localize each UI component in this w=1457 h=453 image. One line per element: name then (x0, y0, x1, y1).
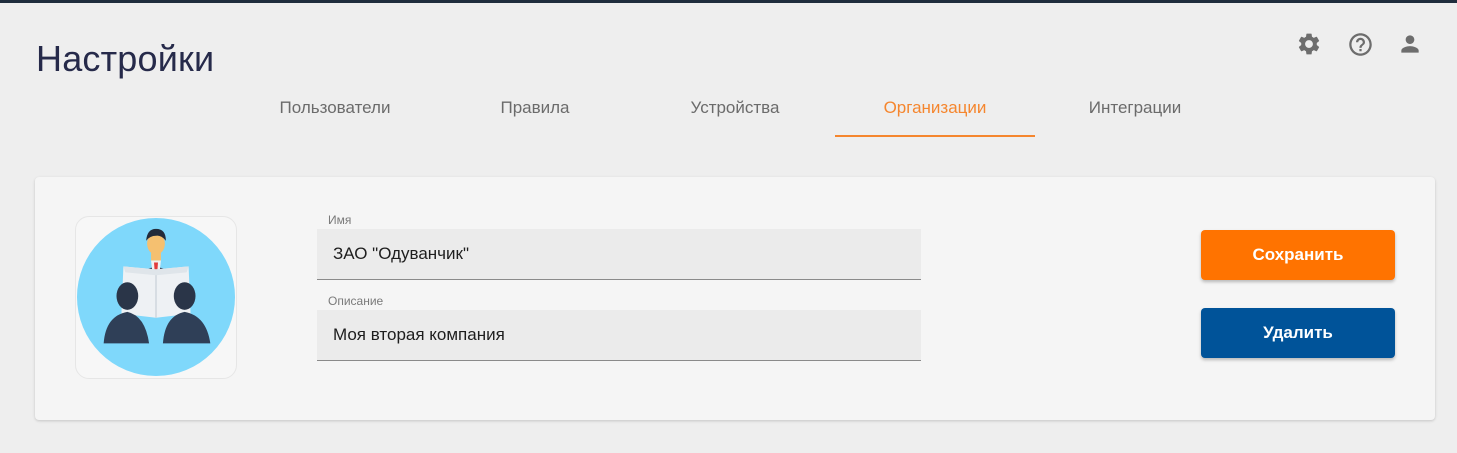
organization-card: Имя ЗАО "Одуванчик" Описание Моя вторая … (35, 177, 1435, 420)
page-title: Настройки (36, 38, 215, 79)
tab-integrations[interactable]: Интеграции (1035, 88, 1235, 137)
description-field: Описание Моя вторая компания (317, 294, 921, 361)
tab-users[interactable]: Пользователи (235, 88, 435, 137)
tab-organizations[interactable]: Организации (835, 88, 1035, 137)
name-field: Имя ЗАО "Одуванчик" (317, 213, 921, 280)
settings-tabs: Пользователи Правила Устройства Организа… (235, 88, 1235, 138)
description-input[interactable]: Моя вторая компания (317, 310, 921, 361)
description-field-label: Описание (328, 294, 384, 308)
top-border (0, 0, 1457, 3)
tab-devices[interactable]: Устройства (635, 88, 835, 137)
user-icon[interactable] (1396, 30, 1424, 58)
business-people-icon (76, 217, 236, 377)
help-circle-icon[interactable] (1346, 30, 1374, 58)
organization-avatar[interactable] (75, 216, 237, 379)
name-field-label: Имя (328, 213, 352, 227)
delete-button[interactable]: Удалить (1201, 308, 1395, 358)
gear-icon[interactable] (1295, 30, 1323, 58)
tab-rules[interactable]: Правила (435, 88, 635, 137)
name-input[interactable]: ЗАО "Одуванчик" (317, 229, 921, 280)
save-button[interactable]: Сохранить (1201, 230, 1395, 280)
